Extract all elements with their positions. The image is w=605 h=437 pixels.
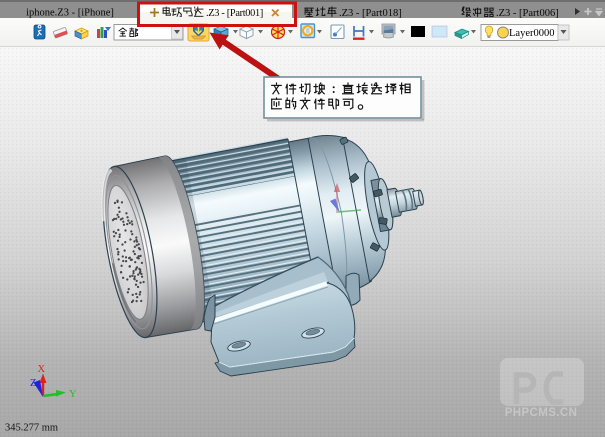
svg-text:.Z3 - [Part006]: .Z3 - [Part006] — [496, 8, 559, 19]
svg-text:Layer0000: Layer0000 — [509, 28, 554, 39]
svg-text:.Z3 - [Part001]: .Z3 - [Part001] — [206, 8, 263, 19]
svg-text:.Z3 - [Part018]: .Z3 - [Part018] — [339, 8, 402, 19]
svg-text:iphone.Z3 - [iPhone]: iphone.Z3 - [iPhone] — [26, 8, 114, 19]
